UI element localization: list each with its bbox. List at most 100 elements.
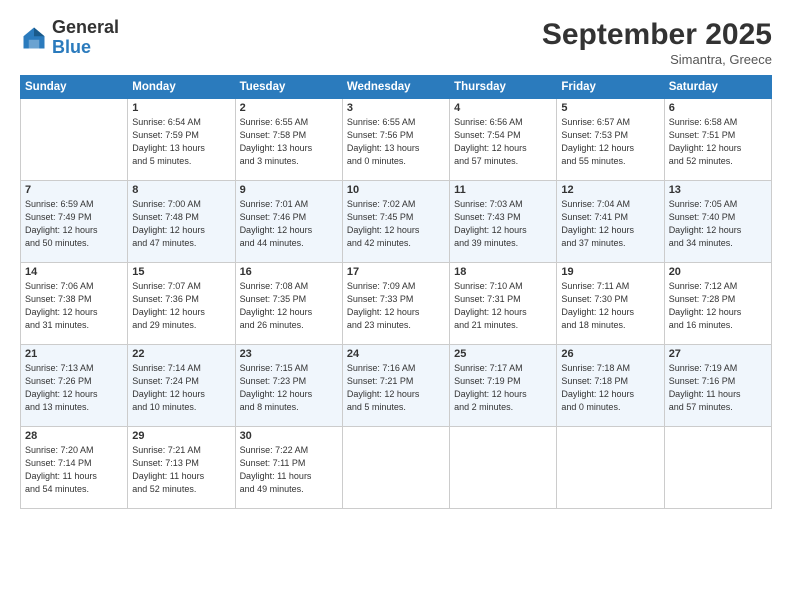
day-info: Sunrise: 7:13 AM Sunset: 7:26 PM Dayligh… xyxy=(25,362,123,414)
table-row: 29 Sunrise: 7:21 AM Sunset: 7:13 PM Dayli… xyxy=(128,427,235,509)
day-info: Sunrise: 7:00 AM Sunset: 7:48 PM Dayligh… xyxy=(132,198,230,250)
calendar-week-row: 28 Sunrise: 7:20 AM Sunset: 7:14 PM Dayli… xyxy=(21,427,772,509)
logo: General Blue xyxy=(20,18,119,58)
table-row: 1 Sunrise: 6:54 AM Sunset: 7:59 PM Daylig… xyxy=(128,99,235,181)
day-number: 24 xyxy=(347,348,445,360)
calendar-week-row: 21 Sunrise: 7:13 AM Sunset: 7:26 PM Dayli… xyxy=(21,345,772,427)
table-row: 30Sunrise: 7:22 AM Sunset: 7:11 PM Dayli… xyxy=(235,427,342,509)
day-number: 21 xyxy=(25,348,123,360)
day-info: Sunrise: 7:02 AM Sunset: 7:45 PM Dayligh… xyxy=(347,198,445,250)
day-info: Sunrise: 7:14 AM Sunset: 7:24 PM Dayligh… xyxy=(132,362,230,414)
day-number: 14 xyxy=(25,266,123,278)
day-number: 18 xyxy=(454,266,552,278)
day-number: 19 xyxy=(561,266,659,278)
day-info: Sunrise: 7:19 AM Sunset: 7:16 PM Dayligh… xyxy=(669,362,767,414)
day-info: Sunrise: 7:09 AM Sunset: 7:33 PM Dayligh… xyxy=(347,280,445,332)
day-info: Sunrise: 7:20 AM Sunset: 7:14 PM Dayligh… xyxy=(25,444,123,496)
day-number: 26 xyxy=(561,348,659,360)
day-info: Sunrise: 7:15 AM Sunset: 7:23 PM Dayligh… xyxy=(240,362,338,414)
calendar-week-row: 14Sunrise: 7:06 AM Sunset: 7:38 PM Dayli… xyxy=(21,263,772,345)
day-info: Sunrise: 7:18 AM Sunset: 7:18 PM Dayligh… xyxy=(561,362,659,414)
table-row: 26 Sunrise: 7:18 AM Sunset: 7:18 PM Dayli… xyxy=(557,345,664,427)
logo-blue: Blue xyxy=(52,38,119,58)
table-row: 28 Sunrise: 7:20 AM Sunset: 7:14 PM Dayli… xyxy=(21,427,128,509)
day-number: 6 xyxy=(669,102,767,114)
day-number: 16 xyxy=(240,266,338,278)
table-row: 14Sunrise: 7:06 AM Sunset: 7:38 PM Dayli… xyxy=(21,263,128,345)
table-row: 15Sunrise: 7:07 AM Sunset: 7:36 PM Dayli… xyxy=(128,263,235,345)
day-info: Sunrise: 7:11 AM Sunset: 7:30 PM Dayligh… xyxy=(561,280,659,332)
day-number: 3 xyxy=(347,102,445,114)
day-info: Sunrise: 6:55 AM Sunset: 7:56 PM Dayligh… xyxy=(347,116,445,168)
day-info: Sunrise: 7:03 AM Sunset: 7:43 PM Dayligh… xyxy=(454,198,552,250)
page-header: General Blue September 2025 Simantra, Gr… xyxy=(20,18,772,67)
location-subtitle: Simantra, Greece xyxy=(542,52,772,67)
table-row: 7Sunrise: 6:59 AM Sunset: 7:49 PM Daylig… xyxy=(21,181,128,263)
day-number: 12 xyxy=(561,184,659,196)
table-row xyxy=(557,427,664,509)
day-info: Sunrise: 7:12 AM Sunset: 7:28 PM Dayligh… xyxy=(669,280,767,332)
day-number: 10 xyxy=(347,184,445,196)
day-info: Sunrise: 7:16 AM Sunset: 7:21 PM Dayligh… xyxy=(347,362,445,414)
col-tuesday: Tuesday xyxy=(235,76,342,99)
day-info: Sunrise: 7:01 AM Sunset: 7:46 PM Dayligh… xyxy=(240,198,338,250)
logo-icon xyxy=(20,24,48,52)
day-number: 2 xyxy=(240,102,338,114)
calendar-header: Sunday Monday Tuesday Wednesday Thursday… xyxy=(21,76,772,99)
day-info: Sunrise: 6:54 AM Sunset: 7:59 PM Dayligh… xyxy=(132,116,230,168)
day-number: 25 xyxy=(454,348,552,360)
col-friday: Friday xyxy=(557,76,664,99)
table-row: 25 Sunrise: 7:17 AM Sunset: 7:19 PM Dayli… xyxy=(450,345,557,427)
logo-general: General xyxy=(52,18,119,38)
table-row: 11 Sunrise: 7:03 AM Sunset: 7:43 PM Dayli… xyxy=(450,181,557,263)
col-thursday: Thursday xyxy=(450,76,557,99)
table-row xyxy=(342,427,449,509)
day-number: 22 xyxy=(132,348,230,360)
table-row xyxy=(664,427,771,509)
month-title: September 2025 xyxy=(542,18,772,52)
day-number: 27 xyxy=(669,348,767,360)
table-row: 17 Sunrise: 7:09 AM Sunset: 7:33 PM Dayli… xyxy=(342,263,449,345)
table-row: 23 Sunrise: 7:15 AM Sunset: 7:23 PM Dayli… xyxy=(235,345,342,427)
col-monday: Monday xyxy=(128,76,235,99)
table-row: 21 Sunrise: 7:13 AM Sunset: 7:26 PM Dayli… xyxy=(21,345,128,427)
day-number: 8 xyxy=(132,184,230,196)
logo-text: General Blue xyxy=(52,18,119,58)
day-number: 29 xyxy=(132,430,230,442)
calendar-week-row: 7Sunrise: 6:59 AM Sunset: 7:49 PM Daylig… xyxy=(21,181,772,263)
table-row: 10 Sunrise: 7:02 AM Sunset: 7:45 PM Dayli… xyxy=(342,181,449,263)
day-info: Sunrise: 6:57 AM Sunset: 7:53 PM Dayligh… xyxy=(561,116,659,168)
day-number: 11 xyxy=(454,184,552,196)
day-info: Sunrise: 6:55 AM Sunset: 7:58 PM Dayligh… xyxy=(240,116,338,168)
header-row: Sunday Monday Tuesday Wednesday Thursday… xyxy=(21,76,772,99)
title-block: September 2025 Simantra, Greece xyxy=(542,18,772,67)
day-number: 7 xyxy=(25,184,123,196)
table-row: 22 Sunrise: 7:14 AM Sunset: 7:24 PM Dayli… xyxy=(128,345,235,427)
table-row: 24 Sunrise: 7:16 AM Sunset: 7:21 PM Dayli… xyxy=(342,345,449,427)
table-row xyxy=(450,427,557,509)
day-info: Sunrise: 7:05 AM Sunset: 7:40 PM Dayligh… xyxy=(669,198,767,250)
day-number: 17 xyxy=(347,266,445,278)
table-row: 5 Sunrise: 6:57 AM Sunset: 7:53 PM Daylig… xyxy=(557,99,664,181)
table-row xyxy=(21,99,128,181)
table-row: 27 Sunrise: 7:19 AM Sunset: 7:16 PM Dayli… xyxy=(664,345,771,427)
table-row: 12Sunrise: 7:04 AM Sunset: 7:41 PM Dayli… xyxy=(557,181,664,263)
table-row: 16 Sunrise: 7:08 AM Sunset: 7:35 PM Dayli… xyxy=(235,263,342,345)
table-row: 8 Sunrise: 7:00 AM Sunset: 7:48 PM Daylig… xyxy=(128,181,235,263)
day-info: Sunrise: 6:56 AM Sunset: 7:54 PM Dayligh… xyxy=(454,116,552,168)
day-number: 1 xyxy=(132,102,230,114)
day-number: 5 xyxy=(561,102,659,114)
day-number: 30 xyxy=(240,430,338,442)
calendar-body: 1 Sunrise: 6:54 AM Sunset: 7:59 PM Daylig… xyxy=(21,99,772,509)
day-number: 9 xyxy=(240,184,338,196)
day-info: Sunrise: 7:08 AM Sunset: 7:35 PM Dayligh… xyxy=(240,280,338,332)
day-number: 4 xyxy=(454,102,552,114)
day-number: 28 xyxy=(25,430,123,442)
day-number: 23 xyxy=(240,348,338,360)
day-info: Sunrise: 7:17 AM Sunset: 7:19 PM Dayligh… xyxy=(454,362,552,414)
table-row: 13Sunrise: 7:05 AM Sunset: 7:40 PM Dayli… xyxy=(664,181,771,263)
table-row: 9 Sunrise: 7:01 AM Sunset: 7:46 PM Daylig… xyxy=(235,181,342,263)
day-number: 15 xyxy=(132,266,230,278)
day-info: Sunrise: 7:21 AM Sunset: 7:13 PM Dayligh… xyxy=(132,444,230,496)
col-saturday: Saturday xyxy=(664,76,771,99)
